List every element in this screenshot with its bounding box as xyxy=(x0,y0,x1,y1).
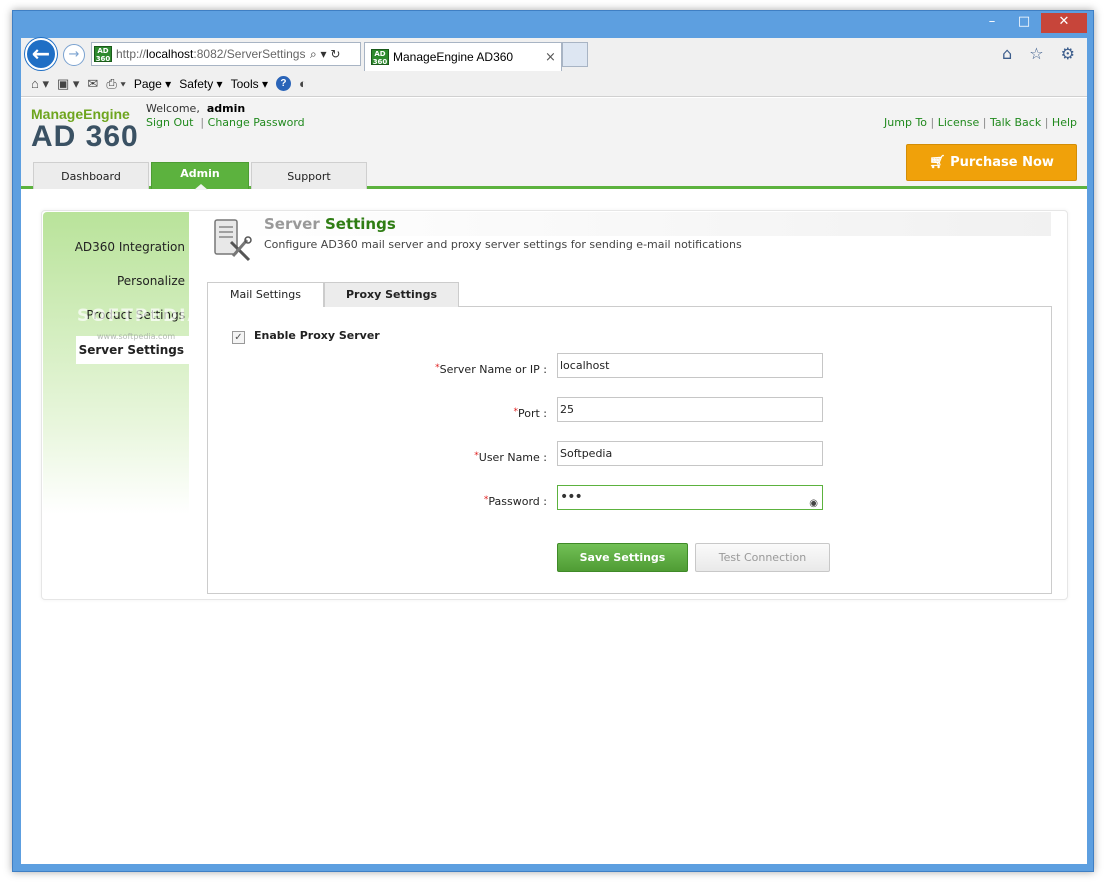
help-link[interactable]: Help xyxy=(1052,116,1077,129)
browser-chrome: ← → AD 360 http://localhost:8082/ServerS… xyxy=(21,38,1087,864)
tools-menu[interactable]: Tools ▾ xyxy=(231,77,268,91)
new-tab-button[interactable] xyxy=(562,42,588,67)
page-menu[interactable]: Page ▾ xyxy=(134,77,171,91)
home-icon[interactable]: ⌂ ▾ xyxy=(31,76,49,92)
enable-proxy-checkbox[interactable]: ✓ xyxy=(232,331,245,344)
user-links: Sign Out | Change Password xyxy=(146,116,305,129)
top-links: Jump To | License | Talk Back | Help xyxy=(884,116,1077,129)
sign-out-link[interactable]: Sign Out xyxy=(146,116,193,129)
welcome-text: Welcome, admin xyxy=(146,102,246,115)
back-arrow-icon[interactable]: ← xyxy=(25,38,57,70)
sidebar-item-personalize[interactable]: Personalize xyxy=(117,274,185,288)
username: admin xyxy=(206,102,246,115)
page-description: Configure AD360 mail server and proxy se… xyxy=(264,238,742,251)
server-settings-icon xyxy=(214,219,252,262)
browser-tab[interactable]: AD 360 ManageEngine AD360 × xyxy=(364,42,562,71)
tab-support[interactable]: Support xyxy=(251,162,367,189)
maximize-button[interactable]: □ xyxy=(1009,13,1039,33)
server-name-label: *Server Name or IP : xyxy=(435,363,547,376)
url-text[interactable]: http://localhost:8082/ServerSettings xyxy=(116,47,306,61)
forward-arrow-icon[interactable]: → xyxy=(63,44,85,66)
password-input[interactable]: ••• ◉ xyxy=(557,485,823,510)
tab-mail-settings[interactable]: Mail Settings xyxy=(207,282,324,307)
port-label: *Port : xyxy=(513,407,547,420)
user-name-label: *User Name : xyxy=(474,451,547,464)
tab-favicon-icon: AD 360 xyxy=(371,49,389,66)
enable-proxy-label: Enable Proxy Server xyxy=(254,329,380,342)
save-settings-button[interactable]: Save Settings xyxy=(557,543,688,572)
proxy-settings-panel: ✓ Enable Proxy Server *Server Name or IP… xyxy=(207,306,1052,594)
skype-icon[interactable]: ◐ xyxy=(299,76,307,91)
show-password-icon[interactable]: ◉ xyxy=(809,492,818,515)
address-bar[interactable]: AD 360 http://localhost:8082/ServerSetti… xyxy=(91,42,361,66)
server-name-input[interactable]: localhost xyxy=(557,353,823,378)
safety-menu[interactable]: Safety ▾ xyxy=(179,77,222,91)
mail-icon[interactable]: ✉ xyxy=(87,76,98,92)
main-nav: Dashboard Admin Support xyxy=(33,162,367,190)
app-header: ManageEngine AD 360 Welcome, admin Sign … xyxy=(21,98,1087,190)
tab-title: ManageEngine AD360 xyxy=(393,50,514,64)
close-button[interactable]: ✕ xyxy=(1041,13,1087,33)
sidebar: AD360 Integration Personalize Product Se… xyxy=(43,212,189,514)
password-value: ••• xyxy=(560,489,583,505)
minimize-button[interactable]: – xyxy=(977,13,1007,33)
test-connection-button[interactable]: Test Connection xyxy=(695,543,830,572)
port-input[interactable]: 25 xyxy=(557,397,823,422)
tab-proxy-settings[interactable]: Proxy Settings xyxy=(324,282,459,307)
license-link[interactable]: License xyxy=(938,116,979,129)
web-page: ManageEngine AD 360 Welcome, admin Sign … xyxy=(21,98,1087,864)
watermark: SOFTPEDIA xyxy=(77,306,203,326)
page-title: Server Settings xyxy=(264,215,396,233)
command-bar: ⌂ ▾ ▣ ▾ ✉ ⎙ ▾ Page ▾ Safety ▾ Tools ▾ ? … xyxy=(21,71,1087,97)
change-password-link[interactable]: Change Password xyxy=(208,116,305,129)
purchase-now-button[interactable]: 🛒︎ Purchase Now xyxy=(906,144,1077,181)
browser-window: – □ ✕ ← → AD 360 http://localhost:8082/S… xyxy=(12,10,1094,872)
tab-admin[interactable]: Admin xyxy=(151,162,249,190)
password-label: *Password : xyxy=(483,495,547,508)
home-favorites-settings-icons[interactable]: ⌂ ☆ ⚙ xyxy=(1002,44,1081,63)
rss-feed-icon[interactable]: ▣ ▾ xyxy=(57,76,79,92)
talk-back-link[interactable]: Talk Back xyxy=(990,116,1041,129)
watermark-url: www.softpedia.com xyxy=(97,332,176,341)
tab-dashboard[interactable]: Dashboard xyxy=(33,162,149,189)
cart-icon: 🛒︎ xyxy=(929,155,951,170)
sidebar-item-ad360-integration[interactable]: AD360 Integration xyxy=(75,240,185,254)
print-icon[interactable]: ⎙ ▾ xyxy=(106,76,125,92)
user-name-input[interactable]: Softpedia xyxy=(557,441,823,466)
jump-to-link[interactable]: Jump To xyxy=(884,116,927,129)
address-row: ← → AD 360 http://localhost:8082/ServerS… xyxy=(21,38,1087,71)
logo-product: AD 360 xyxy=(31,120,139,153)
help-icon[interactable]: ? xyxy=(275,76,291,91)
site-favicon-icon: AD 360 xyxy=(94,46,112,63)
tab-close-icon[interactable]: × xyxy=(545,50,561,65)
search-refresh-icons[interactable]: ⌕ ▾ ↻ xyxy=(310,47,340,62)
window-controls: – □ ✕ xyxy=(977,13,1087,33)
